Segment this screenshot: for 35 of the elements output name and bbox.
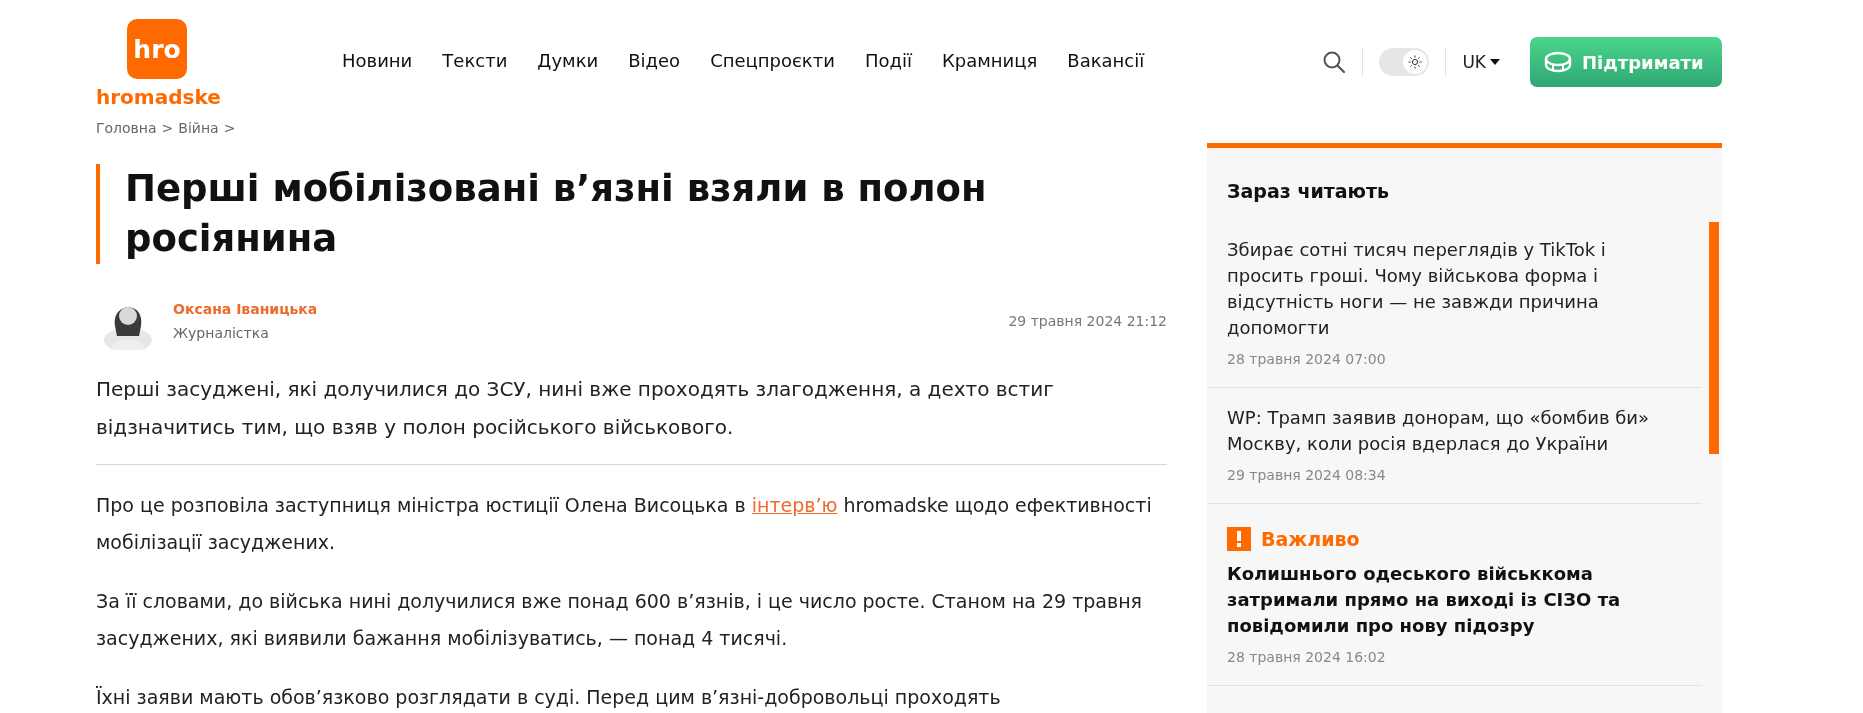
nav-link[interactable]: Тексти	[442, 50, 508, 71]
nav-link[interactable]: Новини	[342, 50, 413, 71]
publish-date: 29 травня 2024 21:12	[1008, 313, 1167, 329]
panel-title: Зараз читають	[1226, 179, 1391, 204]
nav-link[interactable]: Спецпроєкти	[710, 50, 835, 71]
article-paragraph: За її словами, до війська нині долучилися вже понад 600 в’язнів, і це число росте. Станом на 29 травня засуджених, які виявили бажання мобілізуватись, — понад 4 тисячі.	[96, 589, 1144, 651]
caret-icon	[1490, 59, 1500, 65]
article-paragraph: Їхні заяви мають обов’язково розглядати в суді. Перед цим в’язні-добровольці проходять	[96, 685, 1002, 710]
nav-link[interactable]: Події	[864, 50, 912, 71]
breadcrumb-link[interactable]: Головна	[96, 120, 157, 142]
nav-link[interactable]: Вакансії	[1067, 50, 1145, 71]
alert-icon	[1227, 527, 1251, 551]
sun-icon	[1408, 55, 1423, 69]
breadcrumb-separator: >	[161, 120, 174, 138]
breadcrumb-separator: >	[223, 120, 236, 138]
nav-link[interactable]: Думки	[537, 50, 599, 71]
article-title: Перші мобілізовані в’язні взяли в полон росіянина	[96, 164, 1025, 264]
coin-icon	[1544, 51, 1572, 73]
breadcrumb-link[interactable]: Війна	[178, 120, 219, 142]
news-headline[interactable]: Збирає сотні тисяч переглядів у TikTok і просить гроші. Чому військова форма і відсутність ноги — не завжди причина допомогти	[1227, 237, 1667, 341]
search-icon[interactable]	[1322, 50, 1347, 74]
language-selector[interactable]: UK	[1462, 52, 1500, 72]
news-date: 29 травня 2024 08:34	[1227, 467, 1387, 483]
article-lede: Перші засуджені, які долучилися до ЗСУ, нині вже проходять злагодження, а дехто встиг відзначитись тим, що взяв у полон російського військового.	[96, 376, 1055, 441]
theme-toggle[interactable]	[1379, 48, 1430, 76]
news-date: 28 травня 2024 07:00	[1227, 351, 1387, 367]
nav-link[interactable]: Крамниця	[941, 50, 1038, 71]
scrollbar[interactable]	[1709, 222, 1719, 454]
news-headline[interactable]: WP: Трамп заявив донорам, що «бомбив би» Москву, коли росія вдерлася до України	[1227, 405, 1667, 457]
important-label: Важливо	[1261, 528, 1360, 550]
news-date: 28 травня 2024 16:02	[1227, 649, 1387, 665]
news-headline[interactable]: Колишнього одеського військкома затримали прямо на виході із СІЗО та повідомили про нову підозру	[1227, 561, 1667, 639]
author-role: Журналістка	[173, 325, 270, 341]
nav-link[interactable]: Відео	[628, 50, 681, 71]
article-paragraph: Про це розповіла заступниця міністра юстиції Олена Висоцька в інтерв’ю hromadske щодо ефективності мобілізації засуджених.	[96, 493, 1153, 555]
